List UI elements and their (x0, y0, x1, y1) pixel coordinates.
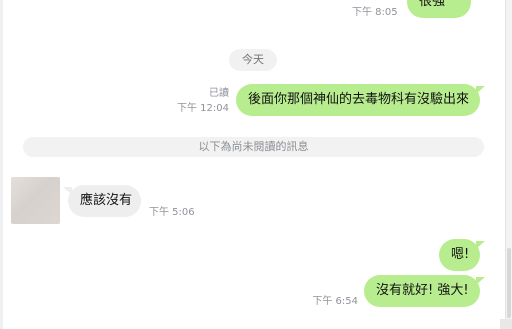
message-text-reply: 應該沒有 (80, 193, 133, 208)
message-bubble-response-2[interactable]: 沒有就好! 強大! (364, 275, 485, 307)
avatar[interactable] (11, 177, 60, 224)
unread-divider: 以下為尚未閱讀的訊息 (23, 137, 484, 157)
read-receipt: 已讀 (209, 88, 229, 99)
message-bubble-question[interactable]: 後面你那個神仙的去毒物科有沒驗出來 (236, 84, 485, 116)
message-bubble-response-1[interactable]: 嗯! (439, 239, 485, 271)
panel-border (0, 0, 3, 329)
message-text-response-1: 嗯! (451, 247, 470, 262)
scrollbar[interactable] (505, 0, 512, 329)
message-bubble-reply[interactable]: 應該沒有 (63, 185, 141, 217)
message-time-response-2: 下午 6:54 (312, 296, 358, 307)
message-time-reply: 下午 5:06 (149, 207, 195, 218)
scrollbar-thumb[interactable] (507, 248, 511, 318)
date-separator: 今天 (229, 49, 277, 71)
message-time-question: 下午 12:04 (177, 103, 229, 114)
message-text-response-2: 沒有就好! 強大! (376, 283, 469, 298)
message-text-top-partial: 很強 (419, 0, 446, 9)
window-corner (500, 319, 512, 329)
message-bubble-top-partial[interactable]: 很強 (407, 0, 471, 18)
message-time-top: 下午 8:05 (352, 7, 398, 18)
message-text-question: 後面你那個神仙的去毒物科有沒驗出來 (248, 92, 470, 107)
chat-window: 下午 8:05 很強 今天 已讀 下午 12:04 後面你那個神仙的去毒物科有沒… (0, 0, 505, 329)
